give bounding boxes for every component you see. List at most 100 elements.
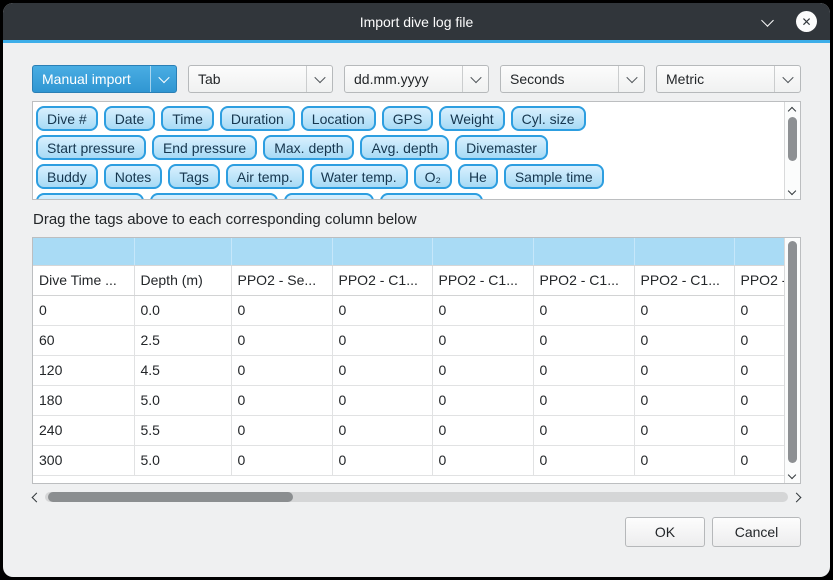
table-cell: 0	[634, 355, 734, 385]
table-cell: 0	[432, 445, 533, 475]
drag-tag[interactable]: Notes	[104, 164, 163, 189]
column-drop-target[interactable]	[533, 238, 634, 265]
drag-tag[interactable]: Avg. depth	[360, 135, 449, 160]
drag-tag[interactable]: Divemaster	[455, 135, 548, 160]
table-cell: 0	[533, 385, 634, 415]
drag-tag[interactable]: O₂	[414, 164, 452, 189]
import-mode-select[interactable]: Manual import	[32, 65, 177, 93]
drag-tag[interactable]: Sample pressure	[150, 193, 278, 200]
field-separator-select[interactable]: Tab	[188, 65, 333, 93]
column-header: Dive Time ...	[33, 265, 134, 295]
horizontal-scroll-track[interactable]	[45, 492, 788, 502]
preview-table-container: Dive Time ...Depth (m)PPO2 - Se...PPO2 -…	[32, 237, 801, 484]
table-body: 00.0000000602.50000001204.50000001805.00…	[33, 295, 784, 475]
drag-tag[interactable]: Sample O₂	[284, 193, 374, 200]
window-title: Import dive log file	[360, 14, 474, 30]
table-cell: 0	[734, 385, 784, 415]
duration-format-select[interactable]: Seconds	[500, 65, 645, 93]
table-cell: 0	[734, 445, 784, 475]
column-drop-target[interactable]	[332, 238, 432, 265]
table-row: 2405.5000000	[33, 415, 784, 445]
table-row: 3005.0000000	[33, 445, 784, 475]
table-cell: 0	[231, 355, 332, 385]
tag-list: Dive #DateTimeDurationLocationGPSWeight C…	[36, 106, 776, 200]
scrollbar-thumb[interactable]	[788, 117, 797, 161]
ok-button[interactable]: OK	[625, 517, 705, 547]
table-cell: 0	[634, 445, 734, 475]
drag-tag[interactable]: Date	[104, 106, 156, 131]
scroll-left-icon[interactable]	[32, 492, 42, 502]
table-cell: 0	[332, 385, 432, 415]
drag-tag[interactable]: Time	[161, 106, 214, 131]
column-header: PPO2 - Se...	[231, 265, 332, 295]
table-cell: 120	[33, 355, 134, 385]
column-drop-target[interactable]	[634, 238, 734, 265]
column-drop-target[interactable]	[134, 238, 231, 265]
drag-tag[interactable]: Sample CNS	[380, 193, 483, 200]
import-dialog-window: Import dive log file ✕ Manual import Tab…	[3, 3, 830, 577]
table-cell: 0	[432, 295, 533, 325]
drag-tag[interactable]: Max. depth	[263, 135, 354, 160]
scroll-down-icon[interactable]	[788, 187, 796, 195]
tag-area-scrollbar[interactable]	[784, 102, 800, 199]
scroll-up-icon[interactable]	[788, 107, 796, 115]
table-cell: 0	[332, 325, 432, 355]
units-select[interactable]: Metric	[656, 65, 801, 93]
column-drop-target[interactable]	[33, 238, 134, 265]
column-header: PPO2 - C1...	[332, 265, 432, 295]
titlebar[interactable]: Import dive log file ✕	[3, 3, 830, 40]
table-cell: 5.5	[134, 415, 231, 445]
instruction-text: Drag the tags above to each correspondin…	[33, 211, 801, 228]
drag-tag[interactable]: Start pressure	[36, 135, 146, 160]
table-cell: 240	[33, 415, 134, 445]
table-vertical-scrollbar[interactable]	[784, 238, 800, 483]
table-cell: 0	[533, 325, 634, 355]
drag-tag[interactable]: GPS	[382, 106, 434, 131]
scroll-down-icon[interactable]	[788, 471, 796, 479]
drag-tag[interactable]: Sample time	[504, 164, 604, 189]
table-cell: 0	[634, 325, 734, 355]
table-cell: 5.0	[134, 385, 231, 415]
duration-format-value: Seconds	[510, 71, 564, 87]
scrollbar-thumb[interactable]	[788, 241, 797, 463]
date-format-select[interactable]: dd.mm.yyyy	[344, 65, 489, 93]
drag-tag[interactable]: Cyl. size	[511, 106, 586, 131]
table-cell: 0	[432, 385, 533, 415]
drag-tag[interactable]: Dive #	[36, 106, 98, 131]
drag-tag[interactable]: Water temp.	[310, 164, 408, 189]
cancel-button[interactable]: Cancel	[712, 517, 801, 547]
table-horizontal-scrollbar[interactable]	[32, 490, 801, 504]
table-cell: 0	[332, 295, 432, 325]
import-mode-value: Manual import	[42, 71, 131, 87]
chevron-down-icon[interactable]	[761, 14, 774, 27]
table-cell: 0	[231, 445, 332, 475]
column-drop-target[interactable]	[432, 238, 533, 265]
scrollbar-thumb[interactable]	[48, 492, 293, 502]
table-cell: 0	[231, 295, 332, 325]
chevron-down-icon	[306, 66, 332, 92]
table-cell: 2.5	[134, 325, 231, 355]
table-cell: 0.0	[134, 295, 231, 325]
table-cell: 0	[432, 325, 533, 355]
drag-tag[interactable]: Sample depth	[36, 193, 144, 200]
scroll-right-icon[interactable]	[792, 492, 802, 502]
drag-tag[interactable]: Weight	[439, 106, 504, 131]
column-drop-target[interactable]	[734, 238, 784, 265]
table-cell: 5.0	[134, 445, 231, 475]
drag-tag[interactable]: Buddy	[36, 164, 98, 189]
drag-tag[interactable]: Tags	[168, 164, 220, 189]
close-button[interactable]: ✕	[796, 11, 817, 32]
table-row: 1805.0000000	[33, 385, 784, 415]
column-drop-target[interactable]	[231, 238, 332, 265]
drag-tag[interactable]: Air temp.	[226, 164, 304, 189]
drag-tag[interactable]: End pressure	[152, 135, 257, 160]
table-row: 00.0000000	[33, 295, 784, 325]
table-cell: 0	[231, 385, 332, 415]
drag-tag[interactable]: Location	[301, 106, 376, 131]
table-cell: 4.5	[134, 355, 231, 385]
table-cell: 0	[231, 415, 332, 445]
chevron-down-icon	[462, 66, 488, 92]
table-header-row: Dive Time ...Depth (m)PPO2 - Se...PPO2 -…	[33, 265, 784, 295]
drag-tag[interactable]: Duration	[220, 106, 295, 131]
drag-tag[interactable]: He	[458, 164, 498, 189]
